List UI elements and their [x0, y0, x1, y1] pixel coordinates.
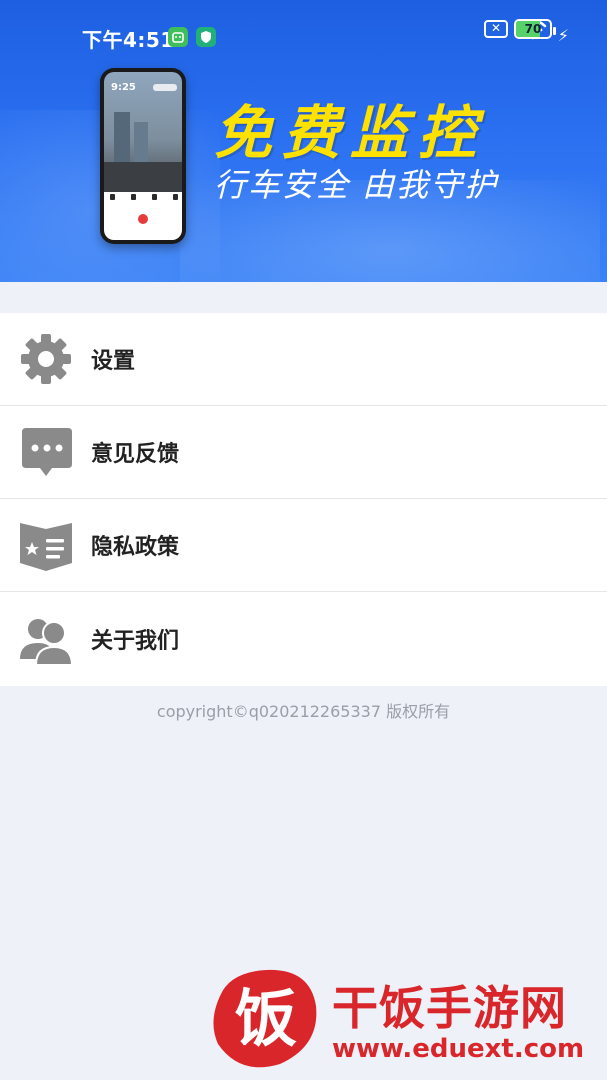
app-notification-icon [168, 27, 188, 47]
gear-icon [18, 331, 74, 387]
battery-percent: 70 [524, 22, 542, 36]
phone-road [104, 162, 182, 192]
no-sim-icon: ✕ [484, 20, 508, 38]
copyright-text: copyright©q020212265337 版权所有 [156, 702, 451, 721]
watermark-url: www.eduext.com [332, 1034, 585, 1064]
menu-label-settings: 设置 [91, 349, 136, 374]
watermark-logo: 饭 [213, 969, 317, 1068]
phone-badge [153, 84, 177, 91]
phone-screen: 9:25 [104, 72, 182, 240]
menu-item-settings[interactable]: 设置 [0, 313, 607, 406]
charging-icon: ⚡ [557, 26, 569, 45]
phone-building [134, 122, 148, 162]
banner-title: 免费监控 [214, 99, 487, 167]
watermark-logo-char: 饭 [235, 982, 297, 1055]
menu-label-privacy: 隐私政策 [91, 535, 180, 560]
banner-subtitle: 行车安全 由我守护 [214, 166, 499, 204]
menu-label-about: 关于我们 [91, 629, 180, 654]
promo-banner[interactable]: 下午4:51 ✕ 70 ⚡ 9:25 免费监控 行车安全 由我守护 [0, 0, 607, 282]
battery-indicator: 70 [514, 19, 552, 39]
record-dot-icon [138, 214, 148, 224]
shield-list-icon [18, 517, 74, 573]
menu-item-about[interactable]: 关于我们 [0, 592, 607, 686]
status-bar: 下午4:51 ✕ 70 ⚡ [0, 18, 607, 54]
chat-bubble-icon [18, 424, 74, 480]
phone-toolbar [110, 194, 178, 202]
battery-tip [553, 27, 556, 35]
phone-time: 9:25 [111, 82, 136, 93]
settings-menu: 设置 意见反馈 隐私政策 关于我们 [0, 313, 607, 686]
site-watermark: 饭 干饭手游网 www.eduext.com [210, 964, 590, 1076]
phone-building [114, 112, 130, 162]
phone-illustration: 9:25 [100, 68, 186, 244]
menu-item-feedback[interactable]: 意见反馈 [0, 406, 607, 499]
menu-label-feedback: 意见反馈 [91, 442, 180, 467]
status-time: 下午4:51 [82, 28, 175, 52]
shield-notification-icon [196, 27, 216, 47]
menu-item-privacy[interactable]: 隐私政策 [0, 499, 607, 592]
users-icon [18, 611, 74, 667]
watermark-name: 干饭手游网 [332, 981, 567, 1035]
